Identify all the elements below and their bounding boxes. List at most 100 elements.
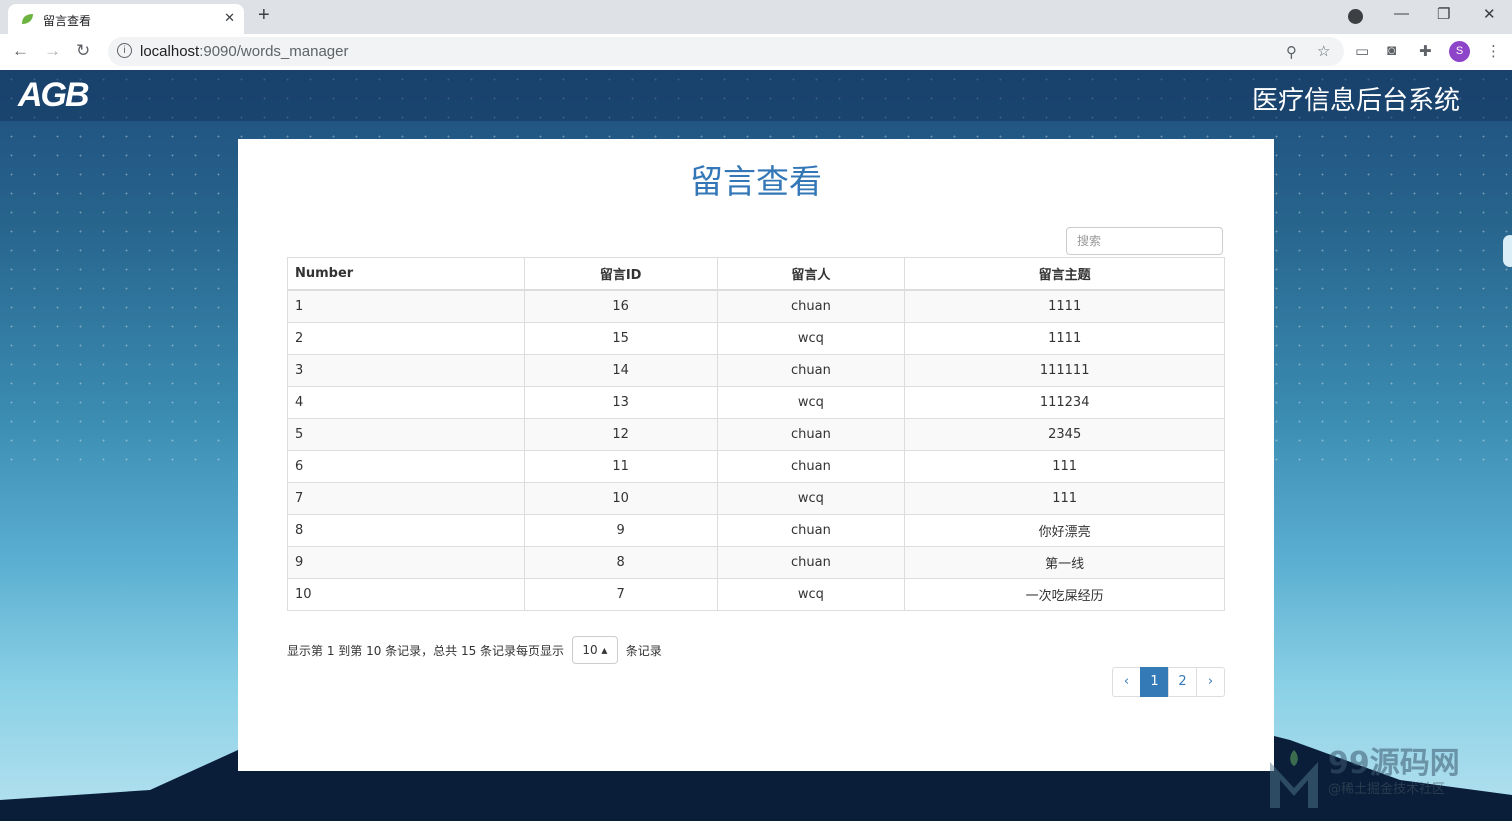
table-row[interactable]: 5 12 chuan 2345 bbox=[287, 418, 1225, 451]
cell-id: 9 bbox=[523, 514, 718, 547]
cell-number: 6 bbox=[287, 450, 525, 483]
window-close-icon[interactable]: ✕ bbox=[1483, 5, 1496, 23]
cell-number: 10 bbox=[287, 578, 525, 611]
cell-id: 13 bbox=[523, 386, 718, 419]
page-size-select[interactable]: 10 ▴ bbox=[571, 636, 618, 664]
column-header[interactable]: 留言主题 bbox=[904, 257, 1225, 291]
browser-toolbar: ← → ↻ i localhost:9090/words_manager ⚲ ☆… bbox=[0, 34, 1512, 71]
cell-id: 15 bbox=[523, 322, 718, 355]
table-row[interactable]: 7 10 wcq 111 bbox=[287, 482, 1225, 515]
cell-author: chuan bbox=[716, 450, 906, 483]
cell-author: chuan bbox=[716, 289, 906, 323]
cell-subject: 一次吃屎经历 bbox=[904, 578, 1225, 611]
table-row[interactable]: 3 14 chuan 111111 bbox=[287, 354, 1225, 387]
url-text[interactable]: localhost:9090/words_manager bbox=[140, 43, 348, 60]
bookmark-star-icon[interactable]: ☆ bbox=[1317, 42, 1330, 60]
cell-id: 16 bbox=[523, 289, 718, 323]
cell-author: wcq bbox=[716, 578, 906, 611]
back-icon[interactable]: ← bbox=[12, 41, 29, 61]
watermark-logo-icon bbox=[1270, 750, 1318, 808]
table-row[interactable]: 2 15 wcq 1111 bbox=[287, 322, 1225, 355]
table-row[interactable]: 6 11 chuan 111 bbox=[287, 450, 1225, 483]
cell-subject: 111 bbox=[904, 482, 1225, 515]
page-title: 留言查看 bbox=[690, 162, 822, 201]
download-icon[interactable] bbox=[1348, 9, 1363, 24]
prev-page-button[interactable]: ‹ bbox=[1112, 667, 1141, 697]
restore-icon[interactable]: ❐ bbox=[1437, 5, 1450, 23]
cell-author: chuan bbox=[716, 418, 906, 451]
avatar[interactable]: S bbox=[1449, 41, 1470, 62]
pagination-suffix: 条记录 bbox=[625, 643, 662, 658]
table-row[interactable]: 4 13 wcq 111234 bbox=[287, 386, 1225, 419]
address-bar[interactable]: i localhost:9090/words_manager ⚲ ☆ bbox=[108, 37, 1344, 66]
camera-icon[interactable]: ◙ bbox=[1387, 42, 1396, 59]
table-row[interactable]: 8 9 chuan 你好漂亮 bbox=[287, 514, 1225, 547]
cell-subject: 111111 bbox=[904, 354, 1225, 387]
cell-subject: 你好漂亮 bbox=[904, 514, 1225, 547]
cell-id: 11 bbox=[523, 450, 718, 483]
browser-tab-bar: 留言查看 ✕ + — ❐ ✕ bbox=[0, 0, 1512, 34]
reload-icon[interactable]: ↻ bbox=[76, 41, 90, 61]
cell-number: 9 bbox=[287, 546, 525, 579]
tab-close-icon[interactable]: ✕ bbox=[224, 10, 235, 26]
cell-number: 1 bbox=[287, 289, 525, 323]
cell-id: 8 bbox=[523, 546, 718, 579]
cell-id: 12 bbox=[523, 418, 718, 451]
page-background: AGB 医疗信息后台系统 留言查看 Number 留言ID 留言人 留言主题 1… bbox=[0, 70, 1512, 821]
zoom-icon[interactable]: ⚲ bbox=[1286, 43, 1297, 61]
cell-number: 2 bbox=[287, 322, 525, 355]
table-row[interactable]: 9 8 chuan 第一线 bbox=[287, 546, 1225, 579]
extensions-icon[interactable]: ✚ bbox=[1419, 42, 1432, 60]
column-header[interactable]: 留言ID bbox=[523, 257, 718, 291]
cell-number: 8 bbox=[287, 514, 525, 547]
cell-subject: 1111 bbox=[904, 289, 1225, 323]
leaf-icon bbox=[22, 14, 33, 24]
side-float-tab[interactable] bbox=[1503, 235, 1512, 267]
table-row[interactable]: 1 16 chuan 1111 bbox=[287, 289, 1225, 323]
cell-number: 5 bbox=[287, 418, 525, 451]
forward-icon[interactable]: → bbox=[44, 41, 61, 61]
site-header: AGB 医疗信息后台系统 bbox=[0, 70, 1512, 121]
cell-id: 10 bbox=[523, 482, 718, 515]
cell-subject: 第一线 bbox=[904, 546, 1225, 579]
new-tab-button[interactable]: + bbox=[258, 4, 270, 27]
cell-id: 7 bbox=[523, 578, 718, 611]
next-page-button[interactable]: › bbox=[1196, 667, 1225, 697]
page-1-button[interactable]: 1 bbox=[1140, 667, 1169, 697]
cell-subject: 111 bbox=[904, 450, 1225, 483]
tab-title: 留言查看 bbox=[43, 14, 92, 28]
cell-number: 7 bbox=[287, 482, 525, 515]
content-panel: 留言查看 Number 留言ID 留言人 留言主题 116chuan1111 2… bbox=[238, 139, 1274, 771]
watermark: 99源码网 @稀土掘金技术社区 bbox=[1268, 738, 1498, 818]
cell-author: chuan bbox=[716, 354, 906, 387]
cell-number: 3 bbox=[287, 354, 525, 387]
logo[interactable]: AGB bbox=[18, 76, 90, 115]
cell-subject: 1111 bbox=[904, 322, 1225, 355]
cell-id: 14 bbox=[523, 354, 718, 387]
reading-mode-icon[interactable]: ▭ bbox=[1355, 42, 1369, 60]
pagination: ‹ 1 2 › bbox=[1112, 667, 1225, 697]
column-header[interactable]: Number bbox=[287, 257, 525, 291]
cell-number: 4 bbox=[287, 386, 525, 419]
minimize-icon[interactable]: — bbox=[1394, 5, 1409, 22]
info-icon[interactable]: i bbox=[117, 43, 132, 58]
system-title: 医疗信息后台系统 bbox=[1251, 86, 1460, 116]
cell-author: chuan bbox=[716, 514, 906, 547]
page-2-button[interactable]: 2 bbox=[1168, 667, 1197, 697]
messages-table: Number 留言ID 留言人 留言主题 1 16 chuan 1111 2 15 wcq… bbox=[287, 257, 1225, 611]
table-row[interactable]: 10 7 wcq 一次吃屎经历 bbox=[287, 578, 1225, 611]
cell-subject: 2345 bbox=[904, 418, 1225, 451]
browser-tab[interactable]: 留言查看 ✕ bbox=[8, 4, 244, 34]
watermark-brand: 99源码网 bbox=[1328, 746, 1460, 781]
menu-icon[interactable]: ⋮ bbox=[1486, 42, 1501, 60]
cell-author: wcq bbox=[716, 386, 906, 419]
pagination-info-text: 显示第 1 到第 10 条记录，总共 15 条记录每页显示 bbox=[287, 643, 565, 658]
cell-author: wcq bbox=[716, 482, 906, 515]
cell-author: wcq bbox=[716, 322, 906, 355]
search-input[interactable] bbox=[1066, 227, 1223, 255]
cell-subject: 111234 bbox=[904, 386, 1225, 419]
watermark-sub: @稀土掘金技术社区 bbox=[1328, 782, 1446, 797]
column-header[interactable]: 留言人 bbox=[716, 257, 906, 291]
url-host: localhost bbox=[140, 43, 200, 60]
cell-author: chuan bbox=[716, 546, 906, 579]
